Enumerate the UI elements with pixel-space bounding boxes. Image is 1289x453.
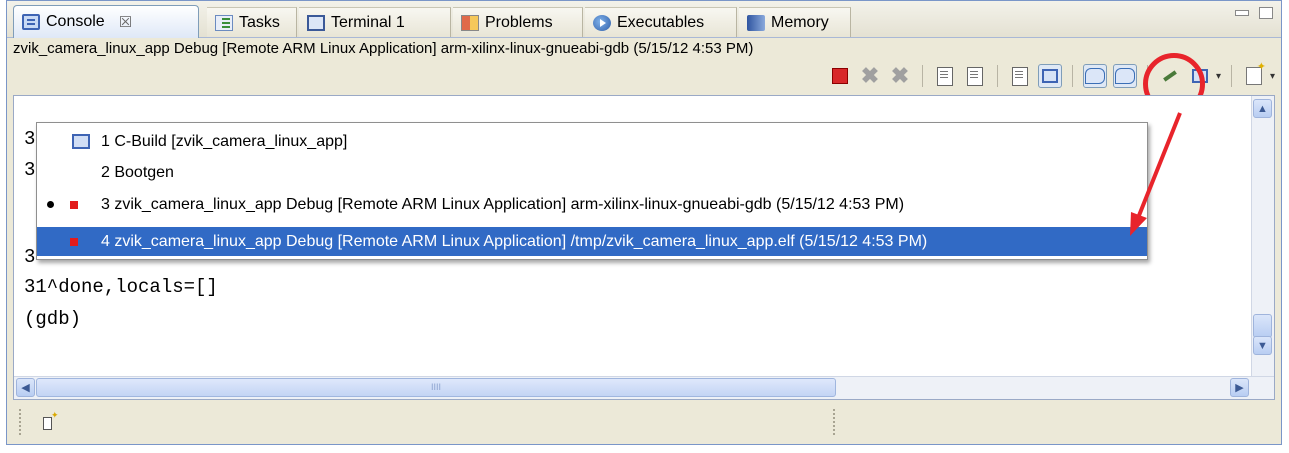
executables-icon — [593, 14, 611, 31]
tab-executables[interactable]: Executables — [585, 7, 737, 37]
remove-all-terminated-icon[interactable]: ✖ — [888, 64, 912, 88]
menu-item[interactable]: 1 C-Build [zvik_camera_linux_app] — [37, 127, 1147, 156]
tab-label: Problems — [485, 13, 553, 31]
show-console-on-output-icon[interactable] — [1037, 64, 1062, 88]
running-icon — [70, 237, 78, 246]
close-tab-icon[interactable]: ☒ — [119, 13, 132, 31]
clear-console-icon[interactable] — [933, 64, 957, 88]
menu-item-label: 1 C-Build [zvik_camera_linux_app] — [101, 132, 348, 150]
tab-console[interactable]: Console ☒ — [13, 5, 199, 38]
tab-tasks[interactable]: Tasks — [207, 7, 297, 37]
tab-label: Terminal 1 — [331, 13, 405, 31]
scroll-lock-icon[interactable] — [963, 64, 987, 88]
vertical-scrollbar[interactable]: ▲ ▼ — [1251, 96, 1274, 399]
tab-label: Tasks — [239, 13, 280, 31]
status-bar — [7, 401, 1281, 445]
menu-item[interactable]: 3 zvik_camera_linux_app Debug [Remote AR… — [37, 190, 1147, 219]
grip-handle — [19, 409, 21, 437]
scroll-down-icon[interactable]: ▼ — [1253, 336, 1272, 355]
open-console-icon[interactable] — [1242, 64, 1266, 88]
view-tab-bar: Console ☒ Tasks Terminal 1 Problems Exec… — [7, 1, 1281, 38]
menu-item-label: 3 zvik_camera_linux_app Debug [Remote AR… — [101, 195, 905, 213]
console-toolbar: ✖ ✖ ▾ ▾ — [828, 61, 1275, 91]
console-line: 31^done,locals=[] — [24, 276, 218, 298]
console-title: zvik_camera_linux_app Debug [Remote ARM … — [13, 40, 754, 57]
hidden-line-prefix: 3 — [24, 128, 36, 150]
toolbar-separator — [996, 65, 998, 87]
minimize-icon[interactable] — [1235, 10, 1249, 16]
memory-icon — [747, 14, 765, 31]
tab-label: Memory — [771, 13, 829, 31]
scroll-up-icon[interactable]: ▲ — [1253, 99, 1272, 118]
menu-item-label: 2 Bootgen — [101, 163, 174, 181]
tab-label: Executables — [617, 13, 705, 31]
scroll-thumb[interactable]: IIII — [36, 378, 836, 397]
menu-item-label: 4 zvik_camera_linux_app Debug [Remote AR… — [101, 232, 928, 250]
console-icon — [22, 14, 40, 30]
new-item-icon[interactable] — [43, 410, 59, 430]
show-on-stderr-icon[interactable] — [1112, 64, 1137, 88]
running-icon — [70, 200, 78, 209]
horizontal-scrollbar[interactable]: ◀ IIII ▶ — [14, 376, 1274, 399]
grip-handle — [833, 409, 835, 437]
word-wrap-icon[interactable] — [1008, 64, 1032, 88]
tasks-icon — [215, 14, 233, 31]
hidden-line-prefix: 3 — [24, 159, 36, 181]
chevron-down-icon[interactable]: ▾ — [1216, 71, 1221, 82]
window-controls — [1235, 7, 1273, 19]
terminate-icon[interactable] — [828, 64, 852, 88]
tab-label: Console — [46, 13, 105, 30]
menu-item-selected[interactable]: 4 zvik_camera_linux_app Debug [Remote AR… — [37, 227, 1147, 256]
scroll-right-icon[interactable]: ▶ — [1230, 378, 1249, 397]
checked-icon — [47, 201, 54, 208]
problems-icon — [461, 14, 479, 31]
tab-memory[interactable]: Memory — [739, 7, 851, 37]
scroll-left-icon[interactable]: ◀ — [16, 378, 35, 397]
scroll-thumb[interactable] — [1253, 314, 1272, 338]
console-dropdown-menu: 1 C-Build [zvik_camera_linux_app] 2 Boot… — [36, 122, 1148, 260]
show-on-stdout-icon[interactable] — [1082, 64, 1107, 88]
terminal-icon — [307, 14, 325, 31]
menu-item[interactable]: 2 Bootgen — [37, 158, 1147, 187]
console-icon — [72, 134, 90, 149]
toolbar-separator — [1071, 65, 1073, 87]
toolbar-separator — [1230, 65, 1232, 87]
remove-launch-icon[interactable]: ✖ — [858, 64, 882, 88]
tab-problems[interactable]: Problems — [453, 7, 583, 37]
chevron-down-icon[interactable]: ▾ — [1270, 71, 1275, 82]
hidden-line-prefix: 3 — [24, 246, 36, 268]
tab-terminal[interactable]: Terminal 1 — [299, 7, 451, 37]
maximize-icon[interactable] — [1259, 7, 1273, 19]
console-line: (gdb) — [24, 308, 82, 330]
toolbar-separator — [921, 65, 923, 87]
